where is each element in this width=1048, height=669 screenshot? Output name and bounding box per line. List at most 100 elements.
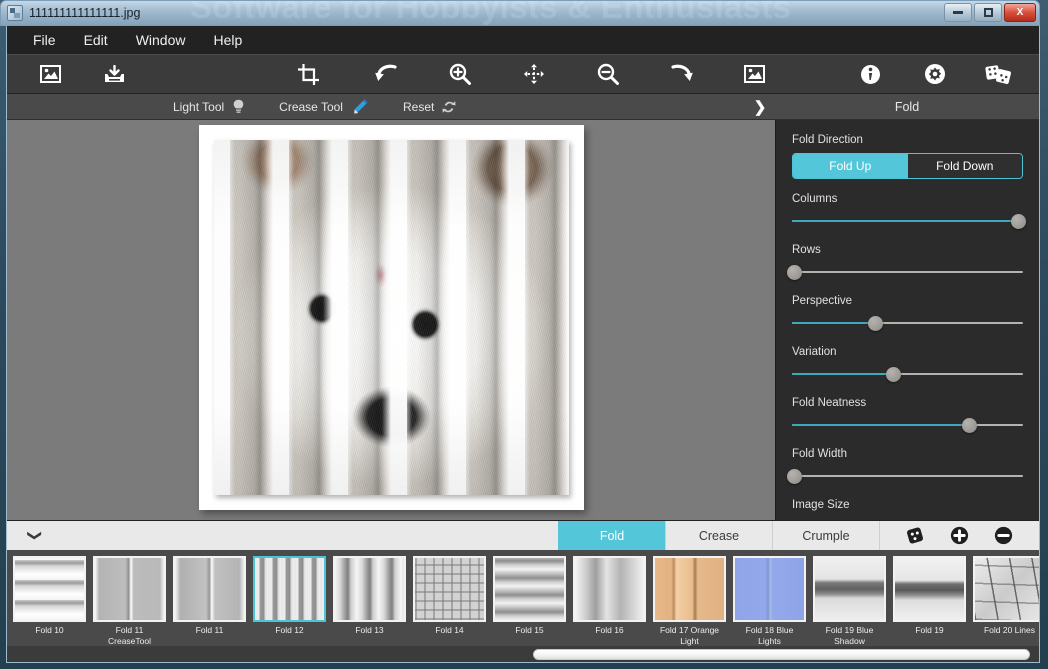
collapse-presets-button[interactable]: ❯ (7, 521, 63, 550)
slider-knob[interactable] (787, 265, 802, 280)
preset-thumbnail[interactable]: Fold 14 (411, 556, 488, 636)
preset-thumbnail[interactable]: Fold 10 (11, 556, 88, 636)
redo-icon[interactable] (665, 59, 699, 89)
columns-label: Columns (792, 193, 1023, 205)
menu-item-file[interactable]: File (19, 28, 70, 52)
preset-thumbnail-image (733, 556, 806, 622)
image-size-slider[interactable] (792, 518, 1023, 520)
rows-slider[interactable] (792, 263, 1023, 281)
minimize-button[interactable] (944, 3, 972, 22)
fold-down-button[interactable]: Fold Down (908, 154, 1023, 178)
fold-width-label: Fold Width (792, 448, 1023, 460)
slider-track (792, 475, 1023, 477)
save-image-icon[interactable] (97, 59, 131, 89)
close-button[interactable]: X (1004, 3, 1036, 22)
open-image-icon[interactable] (33, 59, 67, 89)
crop-icon[interactable] (291, 59, 325, 89)
fold-direction-label: Fold Direction (792, 134, 1023, 146)
perspective-slider[interactable] (792, 314, 1023, 332)
preset-thumbnail-caption: Fold 15 (491, 625, 568, 636)
slider-knob[interactable] (886, 367, 901, 382)
preset-actions (879, 521, 1039, 550)
fold-width-slider[interactable] (792, 467, 1023, 485)
window-controls: X (944, 3, 1036, 22)
rows-slider-group: Rows (792, 244, 1023, 281)
canvas-area[interactable] (7, 120, 775, 520)
maximize-button[interactable] (974, 3, 1002, 22)
preset-thumbnail-image (573, 556, 646, 622)
refresh-icon (442, 100, 456, 114)
zoom-in-icon[interactable] (443, 59, 477, 89)
preset-thumbnail-image (413, 556, 486, 622)
scrollbar-thumb[interactable] (533, 649, 1030, 660)
fold-neatness-slider[interactable] (792, 416, 1023, 434)
variation-slider[interactable] (792, 365, 1023, 383)
preset-thumbnail-image (93, 556, 166, 622)
slider-knob[interactable] (868, 316, 883, 331)
slider-knob[interactable] (787, 469, 802, 484)
preset-thumbnail-image (893, 556, 966, 622)
crease-tool-button[interactable]: Crease Tool (259, 98, 383, 116)
image-size-slider-group: Image Size (792, 499, 1023, 520)
fold-width-slider-group: Fold Width (792, 448, 1023, 485)
fold-up-button[interactable]: Fold Up (793, 154, 908, 178)
remove-preset-icon[interactable] (993, 525, 1015, 547)
randomize-preset-icon[interactable] (905, 525, 927, 547)
preset-thumbnail-caption: Fold 11 (171, 625, 248, 636)
light-tool-label: Light Tool (173, 100, 224, 114)
preset-thumbnail-caption: Fold 10 (11, 625, 88, 636)
zoom-out-icon[interactable] (591, 59, 625, 89)
menu-item-help[interactable]: Help (199, 28, 256, 52)
image-size-label: Image Size (792, 499, 1023, 511)
scrollbar-track[interactable] (11, 649, 1035, 660)
tab-crumple[interactable]: Crumple (772, 521, 879, 550)
fold-direction-group: Fold Direction Fold Up Fold Down (792, 134, 1023, 179)
move-icon[interactable] (517, 59, 551, 89)
tab-fold[interactable]: Fold (558, 521, 665, 550)
menu-bar: File Edit Window Help (7, 26, 1039, 54)
preset-thumbnail[interactable]: Fold 13 (331, 556, 408, 636)
preset-thumbnail[interactable]: Fold 19 (891, 556, 968, 636)
preset-thumbnail-strip[interactable]: Fold 10Fold 11 CreaseToolFold 11Fold 12F… (7, 550, 1039, 646)
fold-direction-segmented-control: Fold Up Fold Down (792, 153, 1023, 179)
preset-thumbnail[interactable]: Fold 16 (571, 556, 648, 636)
columns-slider[interactable] (792, 212, 1023, 230)
slider-knob[interactable] (1011, 214, 1026, 229)
fold-vignette (214, 140, 569, 495)
columns-slider-group: Columns (792, 193, 1023, 230)
variation-label: Variation (792, 346, 1023, 358)
preset-thumbnail[interactable]: Fold 11 (171, 556, 248, 636)
title-bar-left: 111111111111111.jpg (7, 5, 140, 21)
perspective-label: Perspective (792, 295, 1023, 307)
settings-icon[interactable] (918, 59, 952, 89)
menu-item-edit[interactable]: Edit (70, 28, 122, 52)
preset-thumbnail[interactable]: Fold 15 (491, 556, 568, 636)
info-icon[interactable] (853, 59, 887, 89)
slider-fill (792, 220, 1018, 222)
application-body: File Edit Window Help (6, 26, 1040, 663)
preset-thumbnail[interactable]: Fold 11 CreaseTool (91, 556, 168, 646)
right-panel-title: Fold (775, 94, 1039, 120)
thumbnail-scrollbar-area (7, 646, 1039, 662)
application-window: 111111111111111.jpg X File Edit Window H… (0, 0, 1048, 669)
preset-thumbnail[interactable]: Fold 20 Lines (971, 556, 1039, 636)
preset-thumbnail[interactable]: Fold 17 Orange Light (651, 556, 728, 646)
preset-thumbnail[interactable]: Fold 18 Blue Lights (731, 556, 808, 646)
menu-item-window[interactable]: Window (122, 28, 200, 52)
slider-knob[interactable] (962, 418, 977, 433)
canvas-sheet (199, 125, 584, 510)
preset-area: ❯ Fold Crease Crumple (7, 520, 1039, 662)
undo-icon[interactable] (369, 59, 403, 89)
add-preset-icon[interactable] (949, 525, 971, 547)
panel-expand-button[interactable]: ❯ (745, 94, 775, 120)
preset-thumbnail-caption: Fold 12 (251, 625, 328, 636)
light-tool-button[interactable]: Light Tool (159, 99, 259, 114)
dice-icon[interactable] (981, 59, 1015, 89)
preset-thumbnail-caption: Fold 17 Orange Light (651, 625, 728, 646)
preset-thumbnail[interactable]: Fold 12 (251, 556, 328, 636)
tab-crease[interactable]: Crease (665, 521, 772, 550)
preset-thumbnail[interactable]: Fold 19 Blue Shadow (811, 556, 888, 646)
fit-image-icon[interactable] (737, 59, 771, 89)
slider-track (792, 271, 1023, 273)
reset-button[interactable]: Reset (383, 100, 470, 114)
